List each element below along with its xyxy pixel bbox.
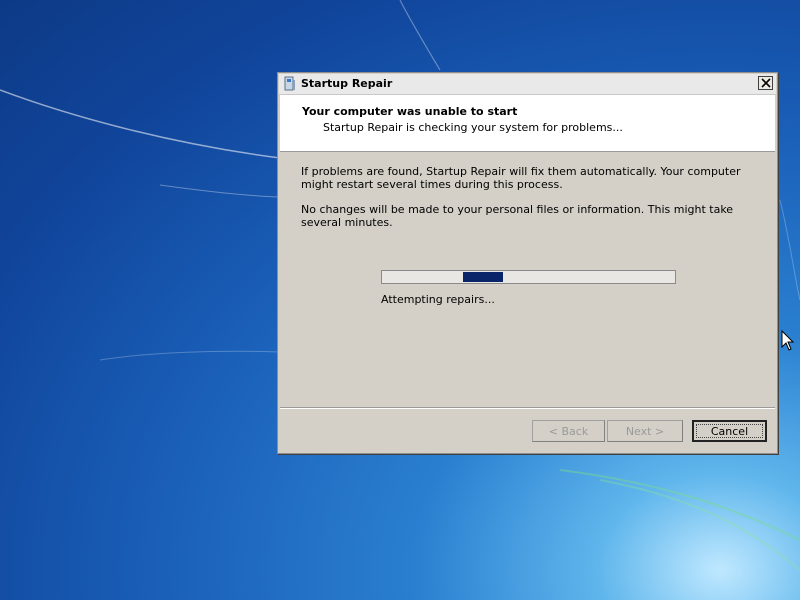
footer-separator (280, 407, 775, 409)
close-button[interactable] (758, 76, 773, 90)
startup-repair-dialog: Startup Repair Your computer was unable … (277, 72, 778, 454)
progress-marquee-block (463, 272, 503, 282)
progress-bar (381, 270, 676, 284)
focus-rectangle (696, 424, 763, 438)
dialog-header: Your computer was unable to start Startu… (280, 95, 775, 152)
desktop-background: Startup Repair Your computer was unable … (0, 0, 800, 600)
info-paragraph-1: If problems are found, Startup Repair wi… (301, 165, 741, 191)
startup-repair-icon (284, 76, 295, 91)
title-bar[interactable]: Startup Repair (279, 74, 776, 95)
close-icon (761, 78, 771, 88)
progress-status-text: Attempting repairs... (381, 293, 495, 306)
header-title: Your computer was unable to start (302, 105, 518, 118)
window-title: Startup Repair (301, 77, 393, 90)
mouse-pointer-icon (781, 330, 795, 351)
header-subtitle: Startup Repair is checking your system f… (323, 121, 623, 134)
next-button[interactable]: Next > (607, 420, 683, 442)
back-button[interactable]: < Back (532, 420, 605, 442)
cancel-button[interactable]: Cancel (692, 420, 767, 442)
info-paragraph-2: No changes will be made to your personal… (301, 203, 734, 229)
